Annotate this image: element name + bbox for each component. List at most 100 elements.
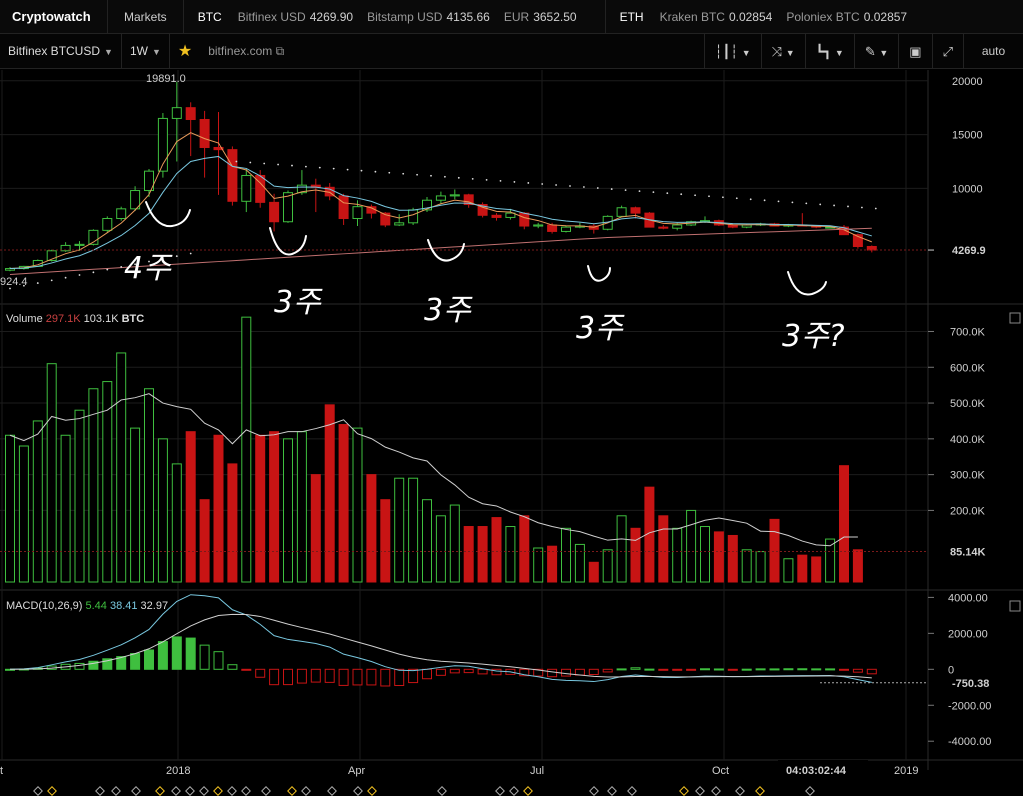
trend-dot	[819, 203, 822, 206]
trend-dot	[78, 274, 81, 276]
volume-bar	[839, 465, 849, 583]
volume-bar	[324, 404, 335, 583]
macd-histogram-bar	[561, 668, 571, 677]
trend-dot	[263, 162, 266, 165]
volume-bar	[213, 434, 224, 583]
cursor-time-label: 04:03:02:44	[786, 765, 847, 777]
candle-body	[672, 224, 683, 229]
chart-canvas[interactable]: 19891.0 924.4 Volume 297.1K 103.1K BTC MA…	[0, 0, 1023, 796]
macd-histogram-bar	[602, 668, 613, 673]
candle-body	[449, 194, 460, 197]
event-marker-icon	[695, 786, 705, 796]
trend-dot	[638, 190, 641, 193]
volume-tick-label: 400.0K	[950, 434, 986, 446]
volume-bar	[783, 558, 794, 583]
macd-histogram-bar	[630, 667, 641, 670]
macd-histogram-bar	[435, 668, 446, 676]
volume-bar	[741, 549, 752, 583]
candle-body	[171, 107, 182, 119]
macd-histogram-bar	[283, 668, 293, 686]
macd-histogram-bar	[644, 668, 655, 671]
trend-dot	[680, 193, 683, 196]
volume-bar	[658, 515, 669, 583]
event-marker-icon	[627, 786, 637, 796]
volume-bar	[88, 388, 99, 583]
event-marker-icon	[679, 786, 689, 796]
macd-histogram-bar	[769, 668, 780, 671]
candle-body	[630, 207, 641, 214]
last-volume-label: 85.14K	[950, 547, 986, 559]
macd-histogram-bar	[588, 668, 599, 676]
macd-histogram-bar	[185, 637, 196, 670]
handwritten-annotation-text: 3주	[274, 285, 323, 320]
trend-dot	[291, 164, 293, 167]
trend-dot	[610, 188, 613, 190]
volume-bar	[533, 547, 544, 583]
trend-dot	[805, 202, 808, 205]
trend-dot	[64, 276, 67, 279]
macd-histogram-bar	[477, 668, 488, 675]
trend-dot	[332, 167, 335, 170]
volume-bar	[852, 549, 863, 583]
high-price-label: 19891.0	[146, 73, 186, 85]
candle-body	[241, 174, 252, 202]
time-axis-label: 2018	[166, 765, 190, 777]
volume-bar	[366, 474, 377, 583]
trend-dot	[36, 282, 39, 284]
volume-bar	[630, 527, 641, 583]
macd-histogram-bar	[449, 668, 460, 674]
macd-histogram-bar	[755, 668, 766, 671]
macd-histogram-bar	[227, 664, 238, 670]
macd-histogram-bar	[574, 668, 585, 676]
volume-bar	[449, 504, 460, 583]
trend-dot	[235, 160, 238, 163]
last-price-label: 4269.9	[952, 245, 986, 257]
candle-body	[269, 201, 280, 223]
volume-bar	[255, 434, 266, 583]
handwritten-annotation-text: 4주	[124, 251, 173, 286]
macd-histogram-bar	[700, 668, 710, 671]
trend-dot	[624, 189, 627, 192]
volume-bar	[32, 420, 43, 583]
event-marker-icon	[607, 786, 617, 796]
volume-bar	[380, 499, 391, 583]
trend-dot	[596, 187, 599, 189]
volume-bar	[797, 554, 808, 583]
volume-bar	[116, 352, 127, 583]
trend-dot	[708, 195, 710, 198]
macd-histogram-bar	[686, 668, 697, 671]
volume-bar	[435, 515, 446, 583]
volume-bar	[713, 531, 724, 583]
handwritten-annotation-text: 3주?	[782, 319, 845, 354]
event-marker-icon	[199, 786, 209, 796]
time-axis-label: Oct	[712, 765, 729, 777]
volume-bar	[283, 438, 293, 583]
volume-bar	[227, 463, 238, 583]
volume-bar	[686, 509, 697, 583]
macd-histogram-bar	[616, 668, 627, 671]
macd-histogram-bar	[310, 668, 321, 683]
volume-bar	[144, 388, 154, 583]
trend-dot	[457, 176, 460, 179]
macd-histogram-bar	[866, 668, 877, 675]
candle-body	[338, 195, 349, 220]
macd-histogram-bar	[269, 668, 280, 686]
candle-body	[519, 212, 530, 227]
event-marker-icon	[171, 786, 181, 796]
macd-histogram-bar	[422, 668, 432, 680]
macd-histogram-bar	[463, 668, 474, 674]
macd-histogram-bar	[839, 668, 849, 671]
trend-dot	[106, 268, 109, 271]
candle-body	[561, 226, 571, 232]
event-marker-icon	[111, 786, 121, 796]
candle-body	[866, 245, 877, 251]
trend-dot	[388, 171, 391, 174]
volume-bar	[394, 477, 405, 583]
macd-histogram-bar	[296, 668, 307, 684]
volume-bar	[352, 427, 363, 583]
macd-histogram-bar	[74, 662, 85, 670]
macd-histogram-bar	[241, 668, 252, 671]
candle-body	[616, 207, 627, 217]
volume-bar	[588, 561, 599, 583]
collapse-pane-icon	[1009, 312, 1021, 324]
